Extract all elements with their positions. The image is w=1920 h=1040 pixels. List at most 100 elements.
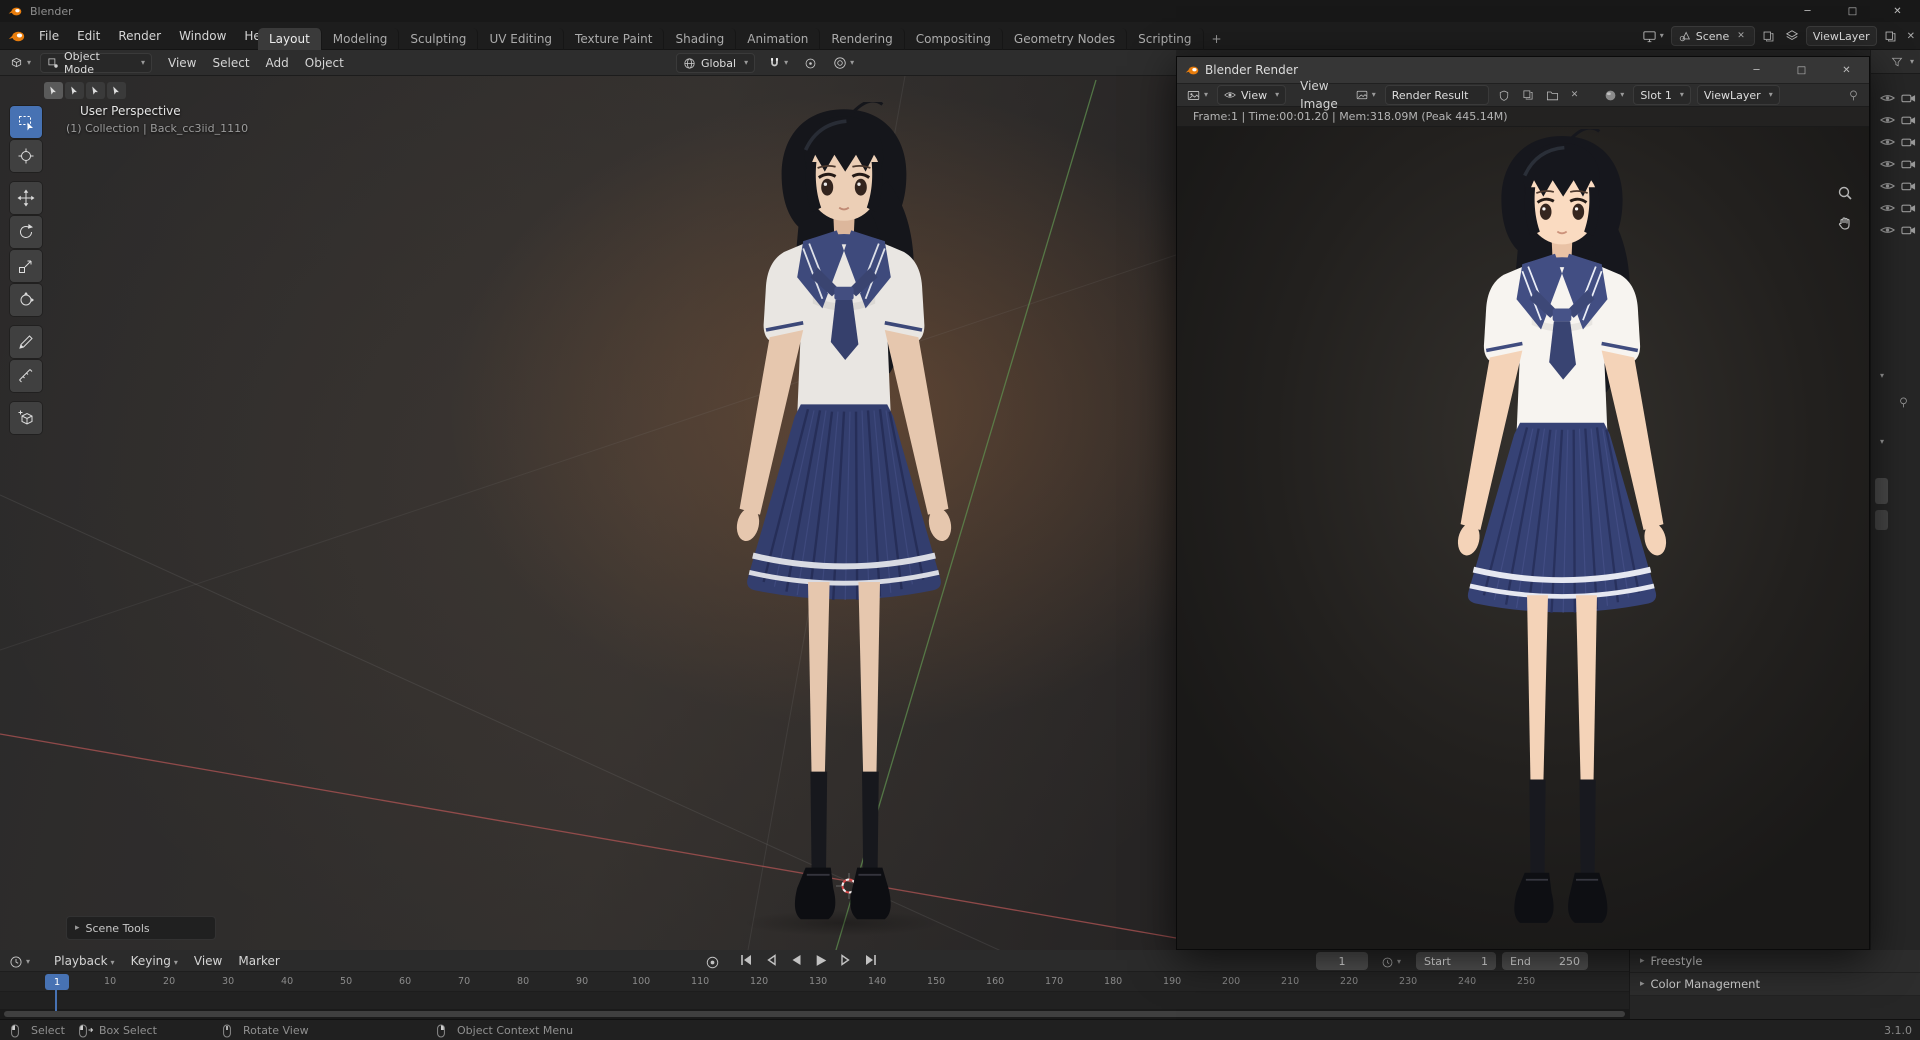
jump-to-end-button[interactable] [861,951,881,969]
camera-render-icon[interactable] [1901,224,1916,235]
viewport-menu-view[interactable]: View [160,54,204,72]
eye-visibility-icon[interactable] [1880,115,1895,125]
play-reverse-button[interactable] [786,951,806,969]
close-button[interactable]: ✕ [1824,57,1869,83]
minimize-button[interactable]: ─ [1734,57,1779,83]
timeline-menu-view[interactable]: View [186,952,230,970]
add-workspace-button[interactable]: + [1204,28,1230,50]
tool-annotate[interactable] [10,326,42,358]
viewport-menu-object[interactable]: Object [297,54,352,72]
new-image-icon[interactable] [1519,85,1537,105]
editor-type-image-icon[interactable]: ▾ [1183,85,1211,105]
blender-logo-icon[interactable] [8,30,25,43]
playback-sync-icon[interactable]: ▾ [1378,952,1404,972]
tool-cursor[interactable] [10,140,42,172]
jump-to-start-button[interactable] [736,951,756,969]
auto-keying-record-icon[interactable] [702,952,723,972]
workspace-tab-rendering[interactable]: Rendering [820,28,905,50]
tool-select-box[interactable] [10,106,42,138]
timeline-menu-keying[interactable]: Keying ▾ [123,952,186,970]
fake-user-shield-icon[interactable] [1495,85,1513,105]
render-image-canvas[interactable] [1177,127,1869,949]
select-set-mode[interactable] [44,82,63,99]
unlink-icon[interactable]: ✕ [1904,31,1918,42]
prev-keyframe-button[interactable] [761,951,781,969]
snap-target-icon[interactable] [801,53,820,73]
tool-scale[interactable] [10,250,42,282]
maximize-button[interactable]: □ [1779,57,1824,83]
timeline-menu-playback[interactable]: Playback ▾ [46,952,123,970]
eye-visibility-icon[interactable] [1880,181,1895,191]
tool-add-cube[interactable] [10,402,42,434]
play-button[interactable] [811,951,831,969]
scrollbar-thumb[interactable] [4,1011,1625,1017]
viewport-menu-select[interactable]: Select [205,54,258,72]
camera-render-icon[interactable] [1901,180,1916,191]
maximize-button[interactable]: □ [1830,0,1875,22]
menu-file[interactable]: File [30,26,68,46]
scrollbar-thumb[interactable] [1875,510,1888,530]
workspace-tab-compositing[interactable]: Compositing [905,28,1003,50]
tool-move[interactable] [10,182,42,214]
tool-transform[interactable] [10,284,42,316]
menu-window[interactable]: Window [170,26,235,46]
timeline-track[interactable] [0,992,1629,1009]
select-subtract-mode[interactable] [86,82,105,99]
copy-icon[interactable] [1881,26,1900,46]
proportional-editing-icon[interactable]: ▾ [830,53,857,73]
viewport-menu-add[interactable]: Add [258,54,297,72]
scene-selector[interactable]: Scene ✕ [1670,26,1755,46]
workspace-tab-scripting[interactable]: Scripting [1127,28,1204,50]
select-invert-mode[interactable] [107,82,126,99]
eye-visibility-icon[interactable] [1880,137,1895,147]
workspace-tab-layout[interactable]: Layout [258,28,322,50]
panel-color-management[interactable]: ▸ Color Management [1630,973,1920,996]
unlink-icon[interactable]: ✕ [1568,90,1582,100]
view-layer-selector[interactable]: ViewLayer [1805,26,1877,46]
pin-icon[interactable] [1897,396,1910,409]
panel-freestyle[interactable]: ▸ Freestyle [1630,950,1920,973]
pan-hand-icon[interactable] [1837,215,1853,231]
current-frame-field[interactable]: 1 [1316,952,1368,970]
zoom-icon[interactable] [1837,185,1853,201]
scrollbar-thumb[interactable] [1875,478,1888,504]
image-datablock-field[interactable]: Render Result [1384,85,1489,105]
mode-dropdown[interactable]: Object Mode ▾ [40,50,153,76]
render-window-titlebar[interactable]: Blender Render ─ □ ✕ [1177,57,1869,83]
minimize-button[interactable]: ─ [1785,0,1830,22]
render-sphere-icon[interactable]: ▾ [1601,85,1627,105]
view-layer-icon[interactable] [1782,26,1802,46]
workspace-tab-texture-paint[interactable]: Texture Paint [564,28,665,50]
unlink-icon[interactable]: ✕ [1734,31,1748,41]
image-menu-view[interactable]: View [1292,77,1346,95]
eye-visibility-icon[interactable] [1880,225,1895,235]
tool-measure[interactable] [10,360,42,392]
slot-dropdown[interactable]: Slot 1 ▾ [1633,85,1691,105]
next-keyframe-button[interactable] [836,951,856,969]
editor-type-3d-icon[interactable]: ▾ [6,53,34,73]
pin-icon[interactable] [1844,85,1863,105]
eye-visibility-icon[interactable] [1880,93,1895,103]
workspace-tab-geometry-nodes[interactable]: Geometry Nodes [1003,28,1128,50]
eye-visibility-icon[interactable] [1880,203,1895,213]
editor-type-timeline-icon[interactable]: ▾ [6,952,33,972]
end-frame-field[interactable]: End 250 [1502,952,1588,970]
camera-render-icon[interactable] [1901,136,1916,147]
camera-render-icon[interactable] [1901,92,1916,103]
image-mode-dropdown[interactable]: View ▾ [1217,85,1287,105]
snap-magnet-icon[interactable]: ▾ [765,53,791,73]
menu-edit[interactable]: Edit [68,26,109,46]
scene-tools-panel[interactable]: ▸ Scene Tools [66,916,216,940]
render-view-layer-dropdown[interactable]: ViewLayer ▾ [1696,85,1780,105]
workspace-tab-shading[interactable]: Shading [664,28,737,50]
start-frame-field[interactable]: Start 1 [1416,952,1496,970]
workspace-tab-animation[interactable]: Animation [736,28,821,50]
filter-icon[interactable] [1891,56,1903,68]
playhead[interactable]: 1 [45,974,69,990]
tool-rotate[interactable] [10,216,42,248]
orientation-dropdown[interactable]: Global ▾ [676,53,756,73]
new-scene-icon[interactable] [1759,26,1778,46]
viewport-3d[interactable]: ▾ Object Mode ▾ View Select Add Object Glob… [0,50,1176,950]
workspace-tab-uv-editing[interactable]: UV Editing [478,28,565,50]
eye-visibility-icon[interactable] [1880,159,1895,169]
